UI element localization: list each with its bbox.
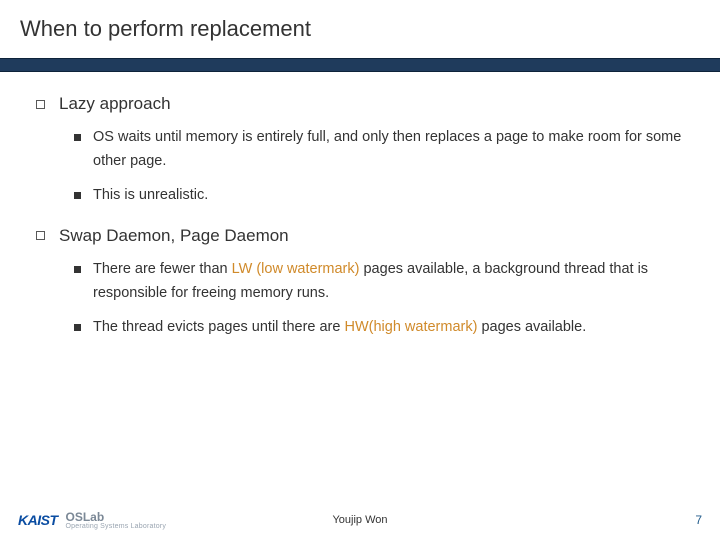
sub-list: OS waits until memory is entirely full, …	[36, 126, 684, 208]
square-bullet-icon	[36, 100, 45, 109]
kaist-logo: KAIST	[18, 512, 58, 528]
oslab-subtitle: Operating Systems Laboratory	[66, 523, 167, 530]
highlight-text: LW (low watermark)	[232, 261, 360, 277]
highlight-text: HW(high watermark)	[344, 319, 477, 335]
diamond-bullet-icon	[74, 266, 81, 273]
author-name: Youjip Won	[332, 514, 387, 526]
section-heading: Lazy approach	[59, 94, 171, 114]
page-number: 7	[695, 513, 702, 527]
sub-list: There are fewer than LW (low watermark) …	[36, 258, 684, 340]
slide-title: When to perform replacement	[20, 16, 311, 42]
diamond-bullet-icon	[74, 192, 81, 199]
text-post: pages available.	[477, 319, 586, 335]
list-item-text: The thread evicts pages until there are …	[93, 316, 586, 340]
title-underline	[0, 58, 720, 72]
content-area: Lazy approach OS waits until memory is e…	[0, 72, 720, 340]
text-pre: The thread evicts pages until there are	[93, 319, 344, 335]
list-item-text: This is unrealistic.	[93, 184, 208, 208]
section: Swap Daemon, Page Daemon There are fewer…	[36, 226, 684, 340]
section-heading: Swap Daemon, Page Daemon	[59, 226, 289, 246]
diamond-bullet-icon	[74, 134, 81, 141]
square-bullet-icon	[36, 231, 45, 240]
list-item-text: There are fewer than LW (low watermark) …	[93, 258, 684, 306]
list-item: This is unrealistic.	[74, 184, 684, 208]
list-item-text: OS waits until memory is entirely full, …	[93, 126, 684, 174]
text-pre: There are fewer than	[93, 261, 232, 277]
oslab-logo: OSLab Operating Systems Laboratory	[66, 511, 167, 530]
section-heading-row: Swap Daemon, Page Daemon	[36, 226, 684, 246]
list-item: OS waits until memory is entirely full, …	[74, 126, 684, 174]
title-bar: When to perform replacement	[0, 0, 720, 58]
slide: When to perform replacement Lazy approac…	[0, 0, 720, 540]
list-item: The thread evicts pages until there are …	[74, 316, 684, 340]
diamond-bullet-icon	[74, 324, 81, 331]
footer: KAIST OSLab Operating Systems Laboratory…	[0, 500, 720, 540]
list-item: There are fewer than LW (low watermark) …	[74, 258, 684, 306]
logo-area: KAIST OSLab Operating Systems Laboratory	[0, 511, 166, 530]
section-heading-row: Lazy approach	[36, 94, 684, 114]
section: Lazy approach OS waits until memory is e…	[36, 94, 684, 208]
oslab-name: OSLab	[66, 511, 167, 523]
